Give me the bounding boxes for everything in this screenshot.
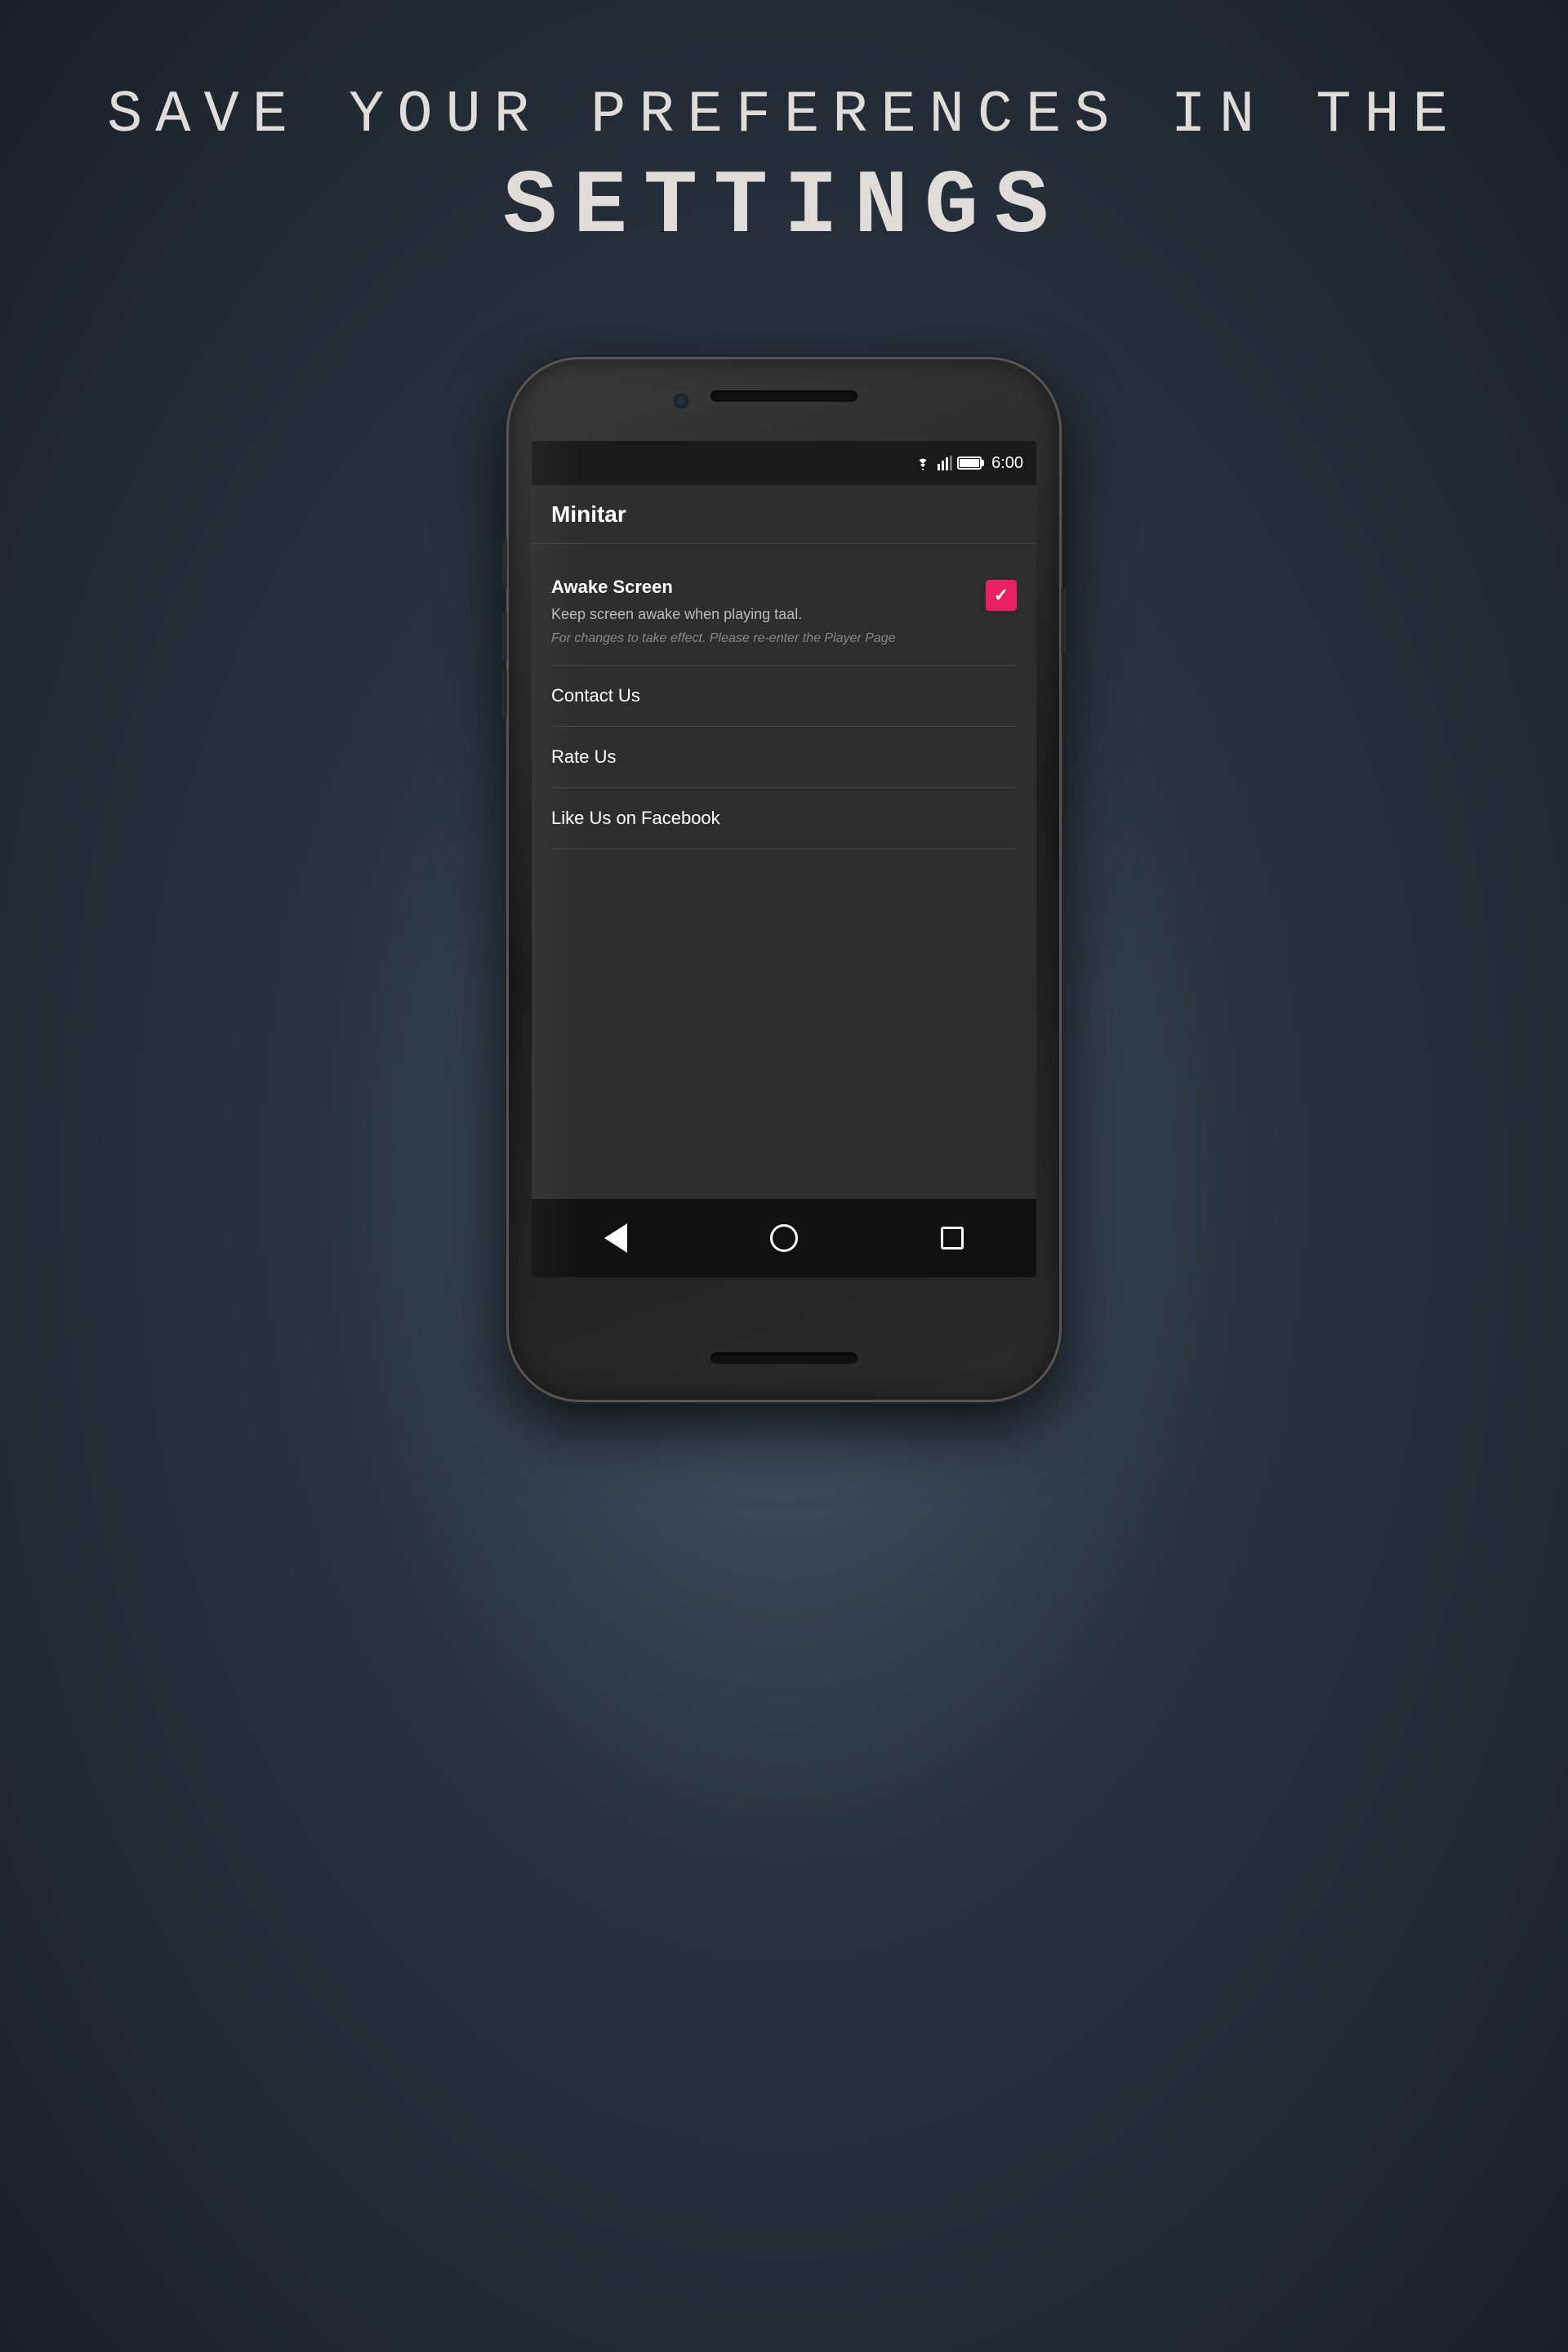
back-button[interactable] xyxy=(595,1218,636,1258)
speaker-bottom xyxy=(710,1352,858,1364)
contact-us-label: Contact Us xyxy=(551,685,640,706)
awake-screen-content: Awake Screen Keep screen awake when play… xyxy=(551,577,973,648)
phone-device: 6:00 Minitar Awake Screen Keep screen aw… xyxy=(506,357,1062,1402)
title-line2: SETTINGS xyxy=(107,157,1461,259)
facebook-item[interactable]: Like Us on Facebook xyxy=(551,788,1017,849)
title-line1: SAVE YOUR PREFERENCES IN THE xyxy=(107,82,1461,149)
battery-icon xyxy=(957,457,982,470)
front-camera xyxy=(672,392,690,410)
phone-screen: 6:00 Minitar Awake Screen Keep screen aw… xyxy=(532,441,1036,1277)
home-button[interactable] xyxy=(764,1218,804,1258)
nav-bar xyxy=(532,1199,1036,1277)
recents-icon xyxy=(941,1227,964,1250)
awake-screen-note: For changes to take effect. Please re-en… xyxy=(551,630,973,648)
page-title: SAVE YOUR PREFERENCES IN THE SETTINGS xyxy=(107,82,1461,259)
battery-fill xyxy=(960,459,979,467)
signal-icon xyxy=(938,456,952,470)
awake-screen-setting[interactable]: Awake Screen Keep screen awake when play… xyxy=(551,560,1017,666)
facebook-label: Like Us on Facebook xyxy=(551,808,720,828)
awake-screen-title: Awake Screen xyxy=(551,577,973,598)
settings-section: Awake Screen Keep screen awake when play… xyxy=(532,544,1036,849)
home-icon xyxy=(770,1224,798,1252)
rate-us-item[interactable]: Rate Us xyxy=(551,727,1017,788)
wifi-icon xyxy=(913,456,933,470)
awake-screen-desc: Keep screen awake when playing taal. xyxy=(551,604,973,625)
back-icon xyxy=(604,1223,627,1253)
app-bar-title: Minitar xyxy=(551,501,626,528)
speaker-top xyxy=(710,390,858,402)
status-time: 6:00 xyxy=(991,454,1023,473)
awake-screen-checkbox[interactable]: ✓ xyxy=(986,580,1017,611)
status-bar: 6:00 xyxy=(532,441,1036,485)
checkmark-icon: ✓ xyxy=(994,585,1009,606)
contact-us-item[interactable]: Contact Us xyxy=(551,666,1017,727)
settings-content: Awake Screen Keep screen awake when play… xyxy=(532,544,1036,1199)
app-bar: Minitar xyxy=(532,485,1036,544)
status-icons: 6:00 xyxy=(913,454,1023,473)
phone-frame: 6:00 Minitar Awake Screen Keep screen aw… xyxy=(506,357,1062,1402)
recents-button[interactable] xyxy=(932,1218,973,1258)
rate-us-label: Rate Us xyxy=(551,746,616,767)
